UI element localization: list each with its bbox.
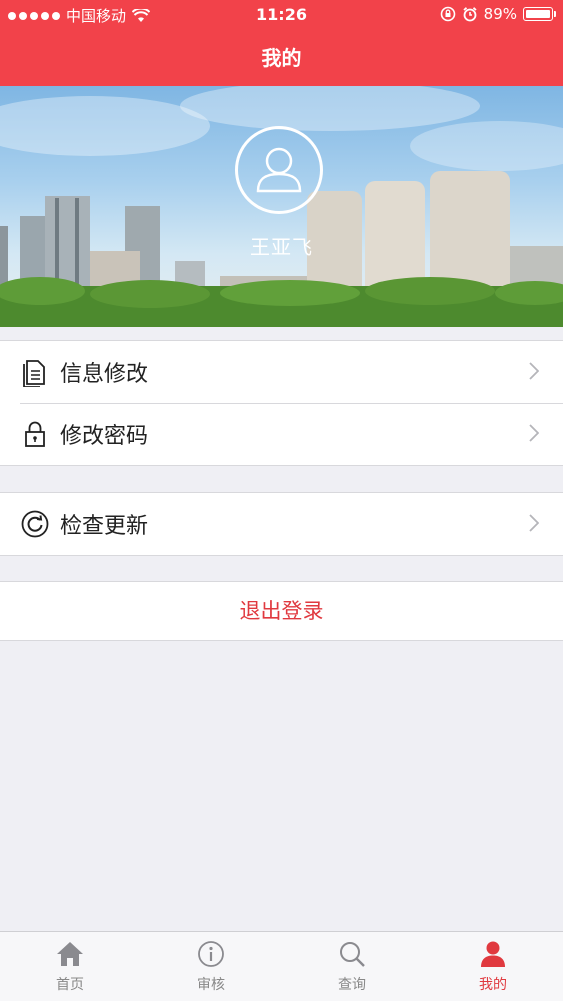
- person-icon: [481, 941, 505, 967]
- lock-icon: [25, 421, 45, 447]
- tab-mine[interactable]: 我的: [423, 932, 563, 1001]
- battery-icon: [523, 7, 556, 21]
- menu-item-check-update[interactable]: 检查更新: [0, 493, 563, 555]
- alarm-icon: [463, 7, 477, 22]
- menu-item-edit-info[interactable]: 信息修改: [0, 341, 563, 403]
- rotation-lock-icon: [440, 6, 455, 22]
- tab-search[interactable]: 查询: [282, 932, 422, 1001]
- tab-label: 查询: [338, 977, 366, 993]
- menu-item-label: 修改密码: [60, 424, 149, 449]
- profile-banner: 王亚飞: [0, 86, 563, 327]
- page-title: 我的: [261, 46, 302, 70]
- tab-label: 我的: [479, 977, 507, 993]
- menu-item-label: 检查更新: [60, 514, 149, 539]
- chevron-right-icon: [529, 514, 539, 532]
- menu-item-change-password[interactable]: 修改密码: [0, 403, 563, 465]
- info-icon: [198, 941, 224, 967]
- tab-label: 审核: [197, 977, 225, 993]
- chevron-right-icon: [529, 362, 539, 380]
- document-icon: [23, 360, 45, 387]
- account-menu-group: 信息修改 修改密码: [0, 340, 563, 466]
- user-avatar-icon[interactable]: [235, 126, 323, 214]
- header: 中国移动 11:26 89% 我的: [0, 0, 563, 86]
- battery-percent: 89%: [483, 5, 517, 23]
- logout-button[interactable]: 退出登录: [0, 581, 563, 641]
- update-menu-group: 检查更新: [0, 492, 563, 556]
- status-bar: 中国移动 11:26 89%: [0, 0, 563, 30]
- menu-item-label: 信息修改: [60, 362, 149, 387]
- username: 王亚飞: [250, 235, 313, 259]
- search-icon: [340, 942, 365, 967]
- home-icon: [57, 942, 83, 966]
- tab-bar: 首页 审核 查询 我的: [0, 931, 563, 1001]
- tab-home[interactable]: 首页: [0, 932, 140, 1001]
- tab-label: 首页: [56, 977, 84, 993]
- tab-review[interactable]: 审核: [141, 932, 281, 1001]
- chevron-right-icon: [529, 424, 539, 442]
- refresh-icon: [21, 510, 49, 538]
